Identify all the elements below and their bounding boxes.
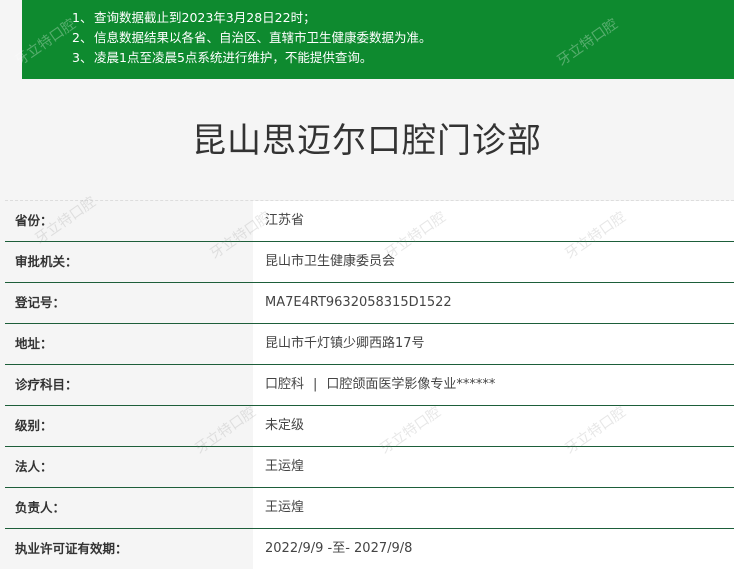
info-row-license-validity: 执业许可证有效期： 2022/9/9 -至- 2027/9/8 <box>5 529 734 569</box>
info-row-level: 级别： 未定级 <box>5 406 734 447</box>
field-value: 王运煌 <box>253 447 734 487</box>
field-label: 审批机关： <box>5 242 253 282</box>
notice-banner: 1、 查询数据截止到2023年3月28日22时； 2、 信息数据结果以各省、自治区、… <box>22 0 734 79</box>
info-row-departments: 诊疗科目： 口腔科 | 口腔颌面医学影像专业****** <box>5 365 734 406</box>
info-row-person-in-charge: 负责人： 王运煌 <box>5 488 734 529</box>
field-label: 登记号： <box>5 283 253 323</box>
department-item: 口腔科 <box>265 377 305 392</box>
info-row-province: 省份： 江苏省 <box>5 201 734 242</box>
page-title: 昆山思迈尔口腔门诊部 <box>192 121 542 161</box>
department-separator: | <box>313 377 318 392</box>
notice-line-1: 1、 查询数据截止到2023年3月28日22时； <box>72 8 734 28</box>
notice-line-2: 2、 信息数据结果以各省、自治区、直辖市卫生健康委数据为准。 <box>72 28 734 48</box>
field-value: 江苏省 <box>253 201 734 241</box>
department-item: 口腔颌面医学影像专业****** <box>326 377 496 392</box>
field-value: 2022/9/9 -至- 2027/9/8 <box>253 529 734 569</box>
field-label: 法人： <box>5 447 253 487</box>
field-label: 负责人： <box>5 488 253 528</box>
notice-line-3: 3、 凌晨1点至凌晨5点系统进行维护，不能提供查询。 <box>72 48 734 68</box>
info-row-address: 地址： 昆山市千灯镇少卿西路17号 <box>5 324 734 365</box>
notice-number: 1、 <box>72 10 93 25</box>
field-value: 未定级 <box>253 406 734 446</box>
notice-text: 信息数据结果以各省、自治区、直辖市卫生健康委数据为准。 <box>94 30 432 45</box>
field-label: 诊疗科目： <box>5 365 253 405</box>
notice-text: 查询数据截止到2023年3月28日22时； <box>94 10 316 25</box>
info-row-registration-number: 登记号： MA7E4RT9632058315D1522 <box>5 283 734 324</box>
field-value: 口腔科 | 口腔颌面医学影像专业****** <box>253 365 734 405</box>
notice-number: 2、 <box>72 30 93 45</box>
field-label: 地址： <box>5 324 253 364</box>
info-row-approval-authority: 审批机关： 昆山市卫生健康委员会 <box>5 242 734 283</box>
field-value: 王运煌 <box>253 488 734 528</box>
field-label: 级别： <box>5 406 253 446</box>
field-label: 省份： <box>5 201 253 241</box>
info-table: 省份： 江苏省 审批机关： 昆山市卫生健康委员会 登记号： MA7E4RT963… <box>5 200 734 569</box>
field-value: 昆山市卫生健康委员会 <box>253 242 734 282</box>
notice-number: 3、 <box>72 50 93 65</box>
notice-text: 凌晨1点至凌晨5点系统进行维护，不能提供查询。 <box>94 50 373 65</box>
field-value: 昆山市千灯镇少卿西路17号 <box>253 324 734 364</box>
info-row-legal-person: 法人： 王运煌 <box>5 447 734 488</box>
field-label: 执业许可证有效期： <box>5 529 253 569</box>
field-value: MA7E4RT9632058315D1522 <box>253 283 734 323</box>
